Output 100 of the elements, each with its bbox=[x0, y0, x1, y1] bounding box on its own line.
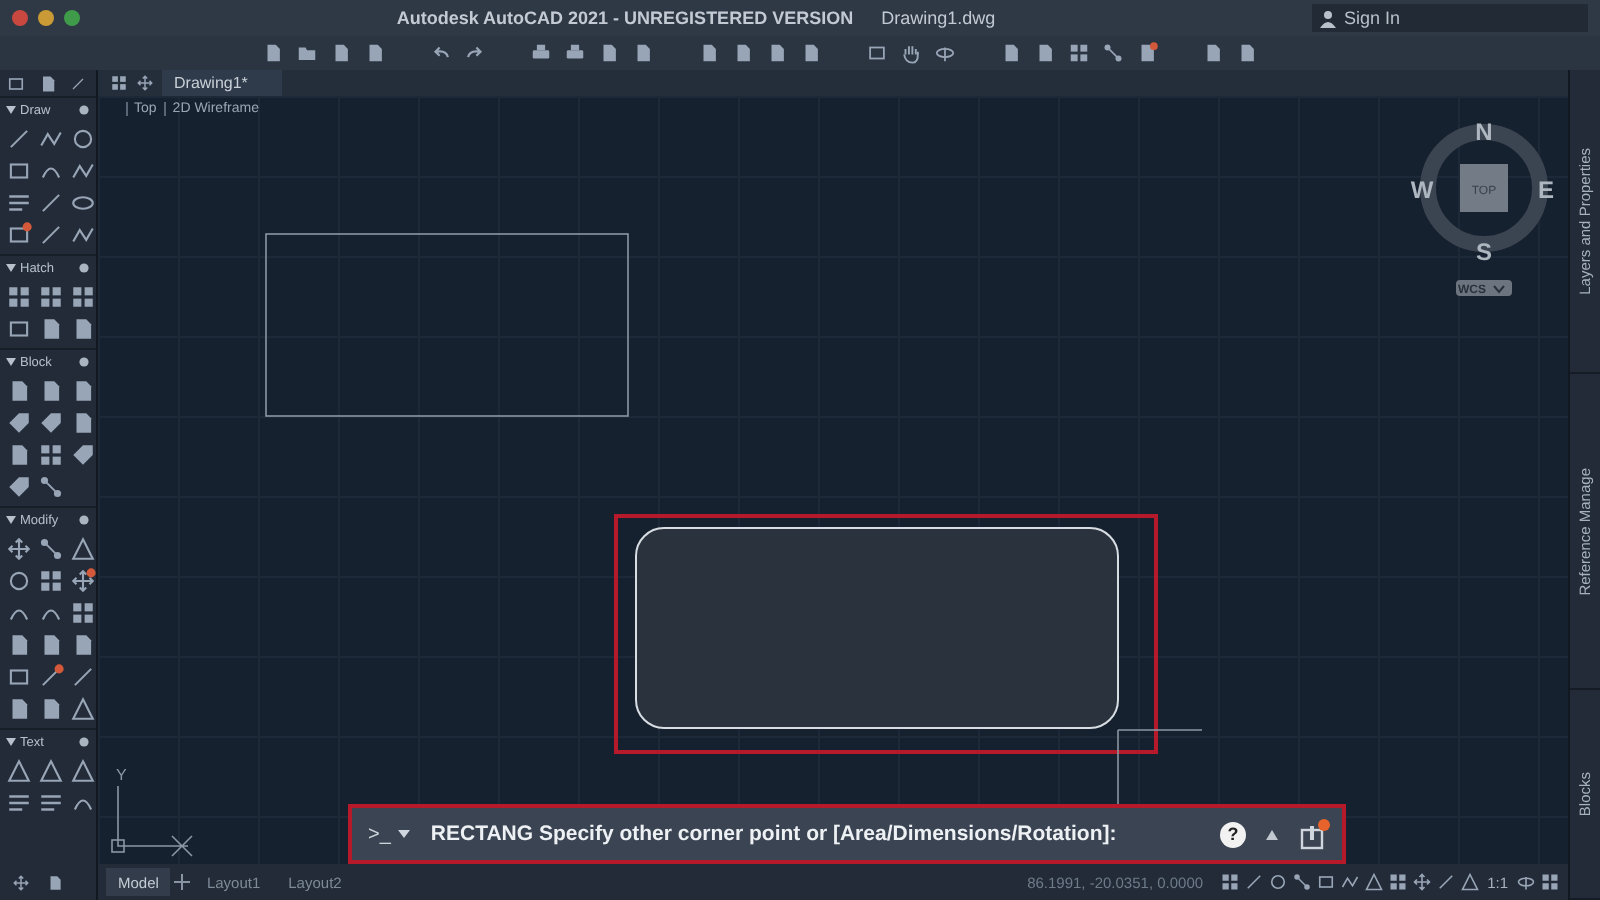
grid-icon[interactable] bbox=[1068, 42, 1090, 64]
add-layout-icon[interactable] bbox=[174, 874, 191, 890]
line-icon[interactable] bbox=[38, 190, 64, 216]
caret-icon[interactable] bbox=[6, 738, 16, 746]
grid-icon[interactable] bbox=[1540, 872, 1560, 892]
document-icon[interactable] bbox=[698, 42, 720, 64]
triangle-icon[interactable] bbox=[70, 536, 96, 562]
gear-icon[interactable] bbox=[78, 736, 90, 748]
document-icon[interactable] bbox=[632, 42, 654, 64]
line-icon[interactable] bbox=[6, 126, 32, 152]
caret-icon[interactable] bbox=[6, 516, 16, 524]
ellipse-icon[interactable] bbox=[70, 190, 96, 216]
document-icon[interactable] bbox=[262, 42, 284, 64]
gear-icon[interactable] bbox=[78, 356, 90, 368]
rectangle-icon[interactable] bbox=[6, 664, 32, 690]
document-icon[interactable] bbox=[364, 42, 386, 64]
grid-icon[interactable] bbox=[110, 74, 128, 92]
rectangle-icon[interactable] bbox=[6, 222, 32, 248]
close-button[interactable] bbox=[12, 10, 28, 26]
rectangle-icon[interactable] bbox=[6, 316, 32, 342]
text-lines-icon[interactable] bbox=[6, 790, 32, 816]
line-icon[interactable] bbox=[1243, 872, 1264, 892]
nodes-icon[interactable] bbox=[38, 536, 64, 562]
sign-in-button[interactable]: Sign In bbox=[1312, 4, 1588, 32]
nodes-icon[interactable] bbox=[1291, 872, 1312, 892]
gear-icon[interactable] bbox=[78, 262, 90, 274]
rectangle-icon[interactable] bbox=[1315, 872, 1336, 892]
rectangle-icon[interactable] bbox=[6, 158, 32, 184]
line-icon[interactable] bbox=[1435, 872, 1456, 892]
tag-icon[interactable] bbox=[6, 474, 32, 500]
document-icon[interactable] bbox=[1034, 42, 1056, 64]
folder-icon[interactable] bbox=[296, 42, 318, 64]
grid-icon[interactable] bbox=[38, 568, 64, 594]
document-icon[interactable] bbox=[1136, 42, 1158, 64]
polyline-icon[interactable] bbox=[1339, 872, 1360, 892]
grid-icon[interactable] bbox=[70, 600, 96, 626]
ucs-menu-button[interactable] bbox=[1456, 280, 1512, 296]
circle-icon[interactable] bbox=[1267, 872, 1288, 892]
move-icon[interactable] bbox=[136, 74, 154, 92]
document-icon[interactable] bbox=[330, 42, 352, 64]
tag-icon[interactable] bbox=[38, 410, 64, 436]
caret-icon[interactable] bbox=[398, 830, 411, 838]
grid-icon[interactable] bbox=[1387, 872, 1408, 892]
text-lines-icon[interactable] bbox=[38, 790, 64, 816]
triangle-icon[interactable] bbox=[1363, 872, 1384, 892]
gear-icon[interactable] bbox=[78, 104, 90, 116]
orbit-icon[interactable] bbox=[934, 42, 956, 64]
text-lines-icon[interactable] bbox=[6, 190, 32, 216]
move-icon[interactable] bbox=[70, 568, 96, 594]
move-icon[interactable] bbox=[1411, 872, 1432, 892]
document-icon[interactable] bbox=[1000, 42, 1022, 64]
rectangle-icon[interactable] bbox=[866, 42, 888, 64]
grid-icon[interactable] bbox=[70, 284, 96, 310]
triangle-icon[interactable] bbox=[6, 758, 32, 784]
circle-icon[interactable] bbox=[70, 126, 96, 152]
polyline-icon[interactable] bbox=[38, 126, 64, 152]
triangle-icon[interactable] bbox=[1459, 872, 1480, 892]
document-icon[interactable] bbox=[598, 42, 620, 64]
document-tab[interactable]: Drawing1* bbox=[162, 70, 282, 96]
polyline-icon[interactable] bbox=[70, 222, 96, 248]
hand-icon[interactable] bbox=[900, 42, 922, 64]
tag-icon[interactable] bbox=[70, 442, 96, 468]
minimize-button[interactable] bbox=[38, 10, 54, 26]
circle-icon[interactable] bbox=[6, 568, 32, 594]
caret-icon[interactable] bbox=[6, 106, 16, 114]
grid-icon[interactable] bbox=[38, 442, 64, 468]
triangle-icon[interactable] bbox=[70, 696, 96, 722]
orbit-icon[interactable] bbox=[1516, 872, 1536, 892]
zoom-button[interactable] bbox=[64, 10, 80, 26]
move-icon[interactable] bbox=[6, 536, 32, 562]
printer-icon[interactable] bbox=[564, 42, 586, 64]
caret-icon[interactable] bbox=[6, 264, 16, 272]
help-button[interactable]: ? bbox=[1220, 821, 1246, 847]
document-icon[interactable] bbox=[1236, 42, 1258, 64]
rectangle-icon[interactable] bbox=[6, 73, 26, 93]
line-icon[interactable] bbox=[38, 222, 64, 248]
grid-icon[interactable] bbox=[6, 284, 32, 310]
polyline-icon[interactable] bbox=[70, 158, 96, 184]
nodes-icon[interactable] bbox=[38, 474, 64, 500]
tag-icon[interactable] bbox=[6, 410, 32, 436]
compass-east[interactable]: E bbox=[1538, 176, 1554, 204]
share-icon[interactable] bbox=[1298, 818, 1330, 850]
document-icon[interactable] bbox=[46, 874, 64, 892]
grid-icon[interactable] bbox=[38, 284, 64, 310]
printer-icon[interactable] bbox=[530, 42, 552, 64]
caret-icon[interactable] bbox=[1266, 829, 1278, 839]
document-icon[interactable] bbox=[732, 42, 754, 64]
triangle-icon[interactable] bbox=[38, 758, 64, 784]
caret-icon[interactable] bbox=[6, 358, 16, 366]
document-icon[interactable] bbox=[766, 42, 788, 64]
line-icon[interactable] bbox=[38, 664, 64, 690]
command-prompt-button[interactable]: >_ bbox=[368, 823, 391, 845]
move-icon[interactable] bbox=[12, 874, 30, 892]
document-icon[interactable] bbox=[800, 42, 822, 64]
gear-icon[interactable] bbox=[78, 514, 90, 526]
triangle-icon[interactable] bbox=[70, 758, 96, 784]
document-icon[interactable] bbox=[1202, 42, 1224, 64]
compass-south[interactable]: S bbox=[1476, 238, 1492, 266]
line-icon[interactable] bbox=[70, 664, 96, 690]
compass-north[interactable]: N bbox=[1475, 118, 1493, 146]
